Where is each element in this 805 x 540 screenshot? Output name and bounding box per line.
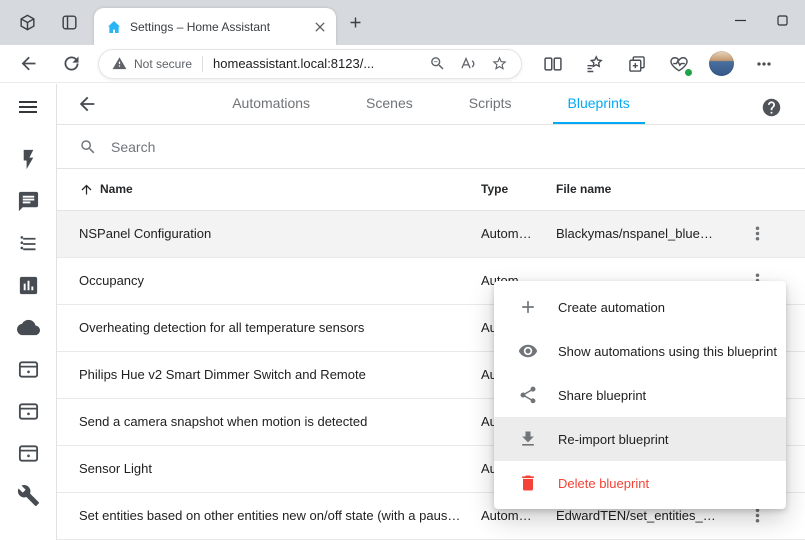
maximize-button[interactable] — [761, 5, 803, 35]
sidebar-item-panel-3[interactable] — [17, 442, 40, 465]
eye-icon — [518, 341, 538, 361]
browser-refresh-icon[interactable] — [61, 53, 82, 74]
table-header: Name Type File name — [57, 169, 805, 211]
flash-icon — [17, 148, 40, 171]
browser-essentials-icon[interactable] — [669, 54, 689, 74]
favorite-star-icon[interactable] — [491, 55, 508, 72]
tab-actions-icon[interactable] — [60, 13, 79, 32]
share-icon — [518, 385, 538, 405]
browser-navbar: Not secure homeassistant.local:8123/... — [0, 45, 805, 83]
column-header-type[interactable]: Type — [481, 182, 556, 196]
not-secure-warning-icon — [112, 56, 127, 71]
sidebar-item-energy[interactable] — [17, 148, 40, 171]
address-bar[interactable]: Not secure homeassistant.local:8123/... — [98, 49, 522, 79]
sidebar-item-todo[interactable] — [17, 232, 40, 255]
menu-item-delete-blueprint[interactable]: Delete blueprint — [494, 461, 786, 505]
window-controls — [719, 5, 803, 35]
help-icon[interactable] — [761, 97, 782, 118]
url-text: homeassistant.local:8123/... — [213, 56, 415, 71]
security-label: Not secure — [134, 57, 192, 71]
menu-item-share-blueprint[interactable]: Share blueprint — [494, 373, 786, 417]
menu-item-reimport-blueprint[interactable]: Re-import blueprint — [494, 417, 786, 461]
browser-tab[interactable]: Settings – Home Assistant — [94, 8, 336, 45]
search-bar — [57, 125, 805, 168]
tab-automations[interactable]: Automations — [217, 84, 325, 124]
tab-scripts[interactable]: Scripts — [454, 84, 527, 124]
sidebar-item-cloud[interactable] — [17, 316, 40, 339]
ha-appbar: Automations Scenes Scripts Blueprints — [57, 84, 805, 125]
search-icon — [79, 138, 97, 156]
panel-icon — [17, 442, 40, 465]
column-header-name[interactable]: Name — [79, 182, 481, 197]
ha-tab-bar: Automations Scenes Scripts Blueprints — [57, 84, 805, 124]
essentials-status-badge — [684, 68, 693, 77]
wrench-icon — [17, 484, 40, 507]
delete-icon — [518, 473, 538, 493]
blueprint-context-menu: Create automation Show automations using… — [494, 281, 786, 509]
tab-close-icon[interactable] — [312, 19, 328, 35]
menu-item-create-automation[interactable]: Create automation — [494, 285, 786, 329]
browser-toolbar — [532, 51, 785, 76]
list-icon — [17, 232, 40, 255]
browser-back-icon[interactable] — [18, 53, 39, 74]
row-overflow-icon[interactable] — [747, 223, 768, 244]
sidebar-menu-icon[interactable] — [16, 95, 40, 119]
plus-icon — [518, 297, 538, 317]
search-input[interactable] — [111, 139, 805, 155]
workspaces-icon[interactable] — [18, 13, 37, 32]
minimize-button[interactable] — [719, 5, 761, 35]
cloud-icon — [17, 316, 40, 339]
home-assistant-logo — [106, 19, 122, 35]
zoom-out-icon[interactable] — [429, 55, 446, 72]
sidebar-item-panel-2[interactable] — [17, 400, 40, 423]
panel-icon — [17, 358, 40, 381]
panel-icon — [17, 400, 40, 423]
read-aloud-icon[interactable] — [460, 55, 477, 72]
menu-item-show-automations[interactable]: Show automations using this blueprint — [494, 329, 786, 373]
column-header-file[interactable]: File name — [556, 182, 733, 196]
chat-icon — [17, 190, 40, 213]
ha-sidebar — [0, 84, 57, 540]
chart-box-icon — [17, 274, 40, 297]
tab-scenes[interactable]: Scenes — [351, 84, 428, 124]
collections-icon[interactable] — [627, 54, 647, 74]
new-tab-button[interactable] — [347, 14, 364, 31]
tab-title: Settings – Home Assistant — [130, 20, 304, 34]
sidebar-item-panel-1[interactable] — [17, 358, 40, 381]
sidebar-item-tools[interactable] — [17, 484, 40, 507]
sort-ascending-icon — [79, 182, 94, 197]
split-screen-icon[interactable] — [543, 54, 563, 74]
sidebar-item-assist[interactable] — [17, 190, 40, 213]
ha-back-icon[interactable] — [76, 93, 98, 115]
tab-blueprints[interactable]: Blueprints — [553, 84, 645, 124]
address-divider — [202, 56, 203, 72]
browser-titlebar: Settings – Home Assistant — [0, 0, 805, 45]
profile-avatar[interactable] — [709, 51, 734, 76]
browser-menu-icon[interactable] — [754, 54, 774, 74]
sidebar-item-history[interactable] — [17, 274, 40, 297]
table-row[interactable]: NSPanel Configuration Autom… Blackymas/n… — [57, 211, 805, 258]
import-icon — [518, 429, 538, 449]
favorites-icon[interactable] — [585, 54, 605, 74]
